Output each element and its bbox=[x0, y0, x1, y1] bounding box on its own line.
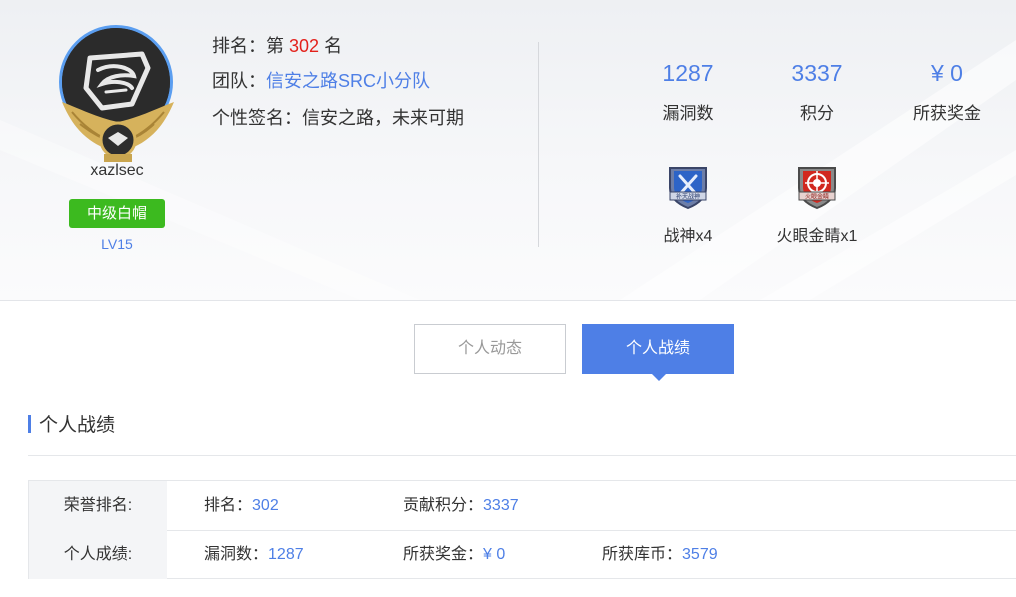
team-line: 团队：信安之路SRC小分队 bbox=[212, 67, 430, 93]
table-row: 个人成绩: 漏洞数：1287 所获奖金：¥ 0 所获库币：3579 bbox=[29, 530, 1016, 579]
stat-value: ¥ 0 bbox=[931, 60, 963, 86]
team-label: 团队： bbox=[212, 71, 266, 91]
medal-label: 火眼金睛x1 bbox=[776, 228, 858, 245]
team-link[interactable]: 信安之路SRC小分队 bbox=[266, 71, 430, 91]
row-label: 荣誉排名: bbox=[29, 481, 167, 530]
tab-achievements[interactable]: 个人战绩 bbox=[582, 324, 734, 381]
avatar[interactable] bbox=[58, 24, 178, 164]
stat-value: 1287 bbox=[662, 60, 714, 86]
section-title: 个人战绩 bbox=[28, 415, 115, 437]
war-god-medal-icon: 补天战神 bbox=[669, 167, 707, 210]
section-divider bbox=[28, 455, 1016, 456]
fire-eye-medal-icon: 火眼金睛 bbox=[798, 167, 836, 210]
cell-value: 1287 bbox=[268, 546, 304, 563]
stat-bounty: ¥ 0 所获奖金 bbox=[887, 60, 1007, 124]
medal-badge-text: 补天战神 bbox=[676, 193, 700, 201]
signature-line: 个性签名：信安之路，未来可期 bbox=[212, 104, 464, 130]
profile-header: xazlsec 中级白帽 LV15 排名：第 302 名 团队：信安之路SRC小… bbox=[0, 0, 1016, 301]
cell-label: 所获库币： bbox=[602, 546, 683, 563]
medal-label: 战神x4 bbox=[663, 228, 713, 245]
stat-vulns: 1287 漏洞数 bbox=[628, 60, 748, 124]
cell-value: ¥ 0 bbox=[483, 546, 506, 563]
section-accent-bar bbox=[28, 415, 31, 433]
cell-label: 贡献积分： bbox=[403, 497, 484, 514]
cell-label: 所获奖金： bbox=[403, 546, 484, 563]
table-cell: 所获奖金：¥ 0 bbox=[403, 530, 505, 579]
signature-label: 个性签名： bbox=[212, 108, 302, 128]
stat-label: 漏洞数 bbox=[662, 104, 714, 123]
medal-fire-eye[interactable]: 火眼金睛 火眼金睛x1 bbox=[752, 162, 882, 246]
table-cell: 贡献积分：3337 bbox=[403, 481, 519, 530]
level-number: LV15 bbox=[101, 236, 133, 252]
signature-text: 信安之路，未来可期 bbox=[302, 108, 464, 128]
tab-activity[interactable]: 个人动态 bbox=[414, 324, 566, 374]
cell-value: 3337 bbox=[483, 497, 519, 514]
cell-label: 排名： bbox=[204, 497, 253, 514]
record-table: 荣誉排名: 排名：302 贡献积分：3337 个人成绩: 漏洞数：1287 所获… bbox=[28, 480, 1016, 579]
medal-badge-text: 火眼金睛 bbox=[805, 193, 829, 201]
stat-value: 3337 bbox=[791, 60, 843, 86]
wings-badge-icon bbox=[62, 102, 174, 162]
stat-points: 3337 积分 bbox=[757, 60, 877, 124]
username: xazlsec bbox=[90, 162, 144, 179]
stat-label: 积分 bbox=[800, 104, 834, 123]
vertical-divider bbox=[538, 42, 539, 247]
section-title-text: 个人战绩 bbox=[39, 415, 116, 436]
rank-line: 排名：第 302 名 bbox=[212, 32, 342, 58]
rank-suffix: 名 bbox=[319, 36, 343, 56]
medal-war-god[interactable]: 补天战神 战神x4 bbox=[623, 162, 753, 246]
rank-value: 302 bbox=[289, 36, 320, 56]
active-tab-arrow bbox=[651, 373, 667, 381]
cell-value: 302 bbox=[252, 497, 279, 514]
stat-label: 所获奖金 bbox=[913, 104, 981, 123]
row-label: 个人成绩: bbox=[29, 530, 167, 579]
table-cell: 漏洞数：1287 bbox=[204, 530, 304, 579]
cell-label: 漏洞数： bbox=[204, 546, 269, 563]
table-row: 荣誉排名: 排名：302 贡献积分：3337 bbox=[29, 481, 1016, 531]
tab-label: 个人战绩 bbox=[625, 340, 690, 357]
table-cell: 排名：302 bbox=[204, 481, 279, 530]
cell-value: 3579 bbox=[682, 546, 718, 563]
rank-prefix: 排名：第 bbox=[212, 36, 290, 56]
table-cell: 所获库币：3579 bbox=[602, 530, 718, 579]
level-title-badge: 中级白帽 bbox=[69, 199, 165, 228]
